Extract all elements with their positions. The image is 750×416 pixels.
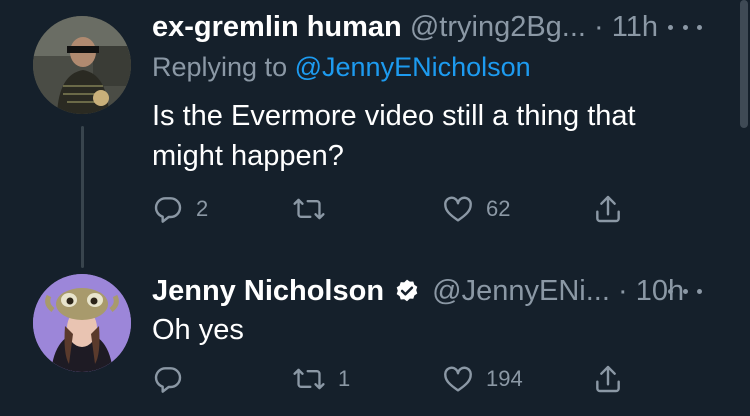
tweet-actions: 2 62 — [152, 189, 632, 229]
retweet-icon — [293, 198, 325, 220]
reply-icon — [154, 367, 182, 393]
like-button[interactable]: 194 — [442, 359, 523, 399]
timestamp[interactable]: 11h — [612, 11, 658, 43]
retweet-count: 1 — [338, 366, 351, 391]
share-icon — [596, 365, 620, 393]
tweet-1[interactable]: ex-gremlin human @trying2Bg... · 11h Rep… — [0, 0, 740, 270]
avatar[interactable] — [33, 16, 131, 114]
scrollbar[interactable] — [740, 0, 748, 128]
replying-to: Replying to @JennyENicholson — [152, 52, 531, 83]
tweet-text-line: might happen? — [152, 140, 344, 172]
reply-button[interactable] — [152, 359, 196, 399]
replying-prefix: Replying to — [152, 52, 288, 82]
tweet-text: Oh yes — [152, 310, 712, 350]
user-handle[interactable]: @JennyENi... — [432, 275, 610, 307]
heart-icon — [444, 366, 472, 392]
like-count: 62 — [486, 196, 511, 221]
share-button[interactable] — [592, 189, 624, 229]
mention-link[interactable]: @JennyENicholson — [295, 52, 531, 82]
tweet-text: Is the Evermore video still a thing that… — [152, 96, 712, 176]
tweet-header: ex-gremlin human @trying2Bg... · 11h — [152, 10, 658, 44]
thread-line — [81, 126, 84, 268]
reply-count: 2 — [196, 196, 209, 221]
user-handle[interactable]: @trying2Bg... — [410, 11, 586, 43]
display-name[interactable]: ex-gremlin human — [152, 11, 402, 43]
reply-icon — [154, 197, 182, 223]
verified-badge-icon — [396, 279, 418, 302]
like-button[interactable]: 62 — [442, 189, 510, 229]
share-icon — [596, 195, 620, 223]
retweet-icon — [293, 368, 325, 390]
avatar-photo — [33, 274, 131, 372]
tweet-actions: 1 194 — [152, 359, 632, 399]
tweet-2[interactable]: Jenny Nicholson @JennyENi... · 10h Oh ye… — [0, 270, 740, 416]
tweet-text-line: Is the Evermore video still a thing that — [152, 100, 636, 132]
separator-dot: · — [617, 275, 628, 307]
heart-icon — [444, 196, 472, 222]
share-button[interactable] — [592, 359, 624, 399]
display-name[interactable]: Jenny Nicholson — [152, 275, 384, 307]
reply-button[interactable]: 2 — [152, 189, 208, 229]
avatar[interactable] — [33, 274, 131, 372]
more-icon[interactable] — [668, 22, 702, 32]
like-count: 194 — [486, 366, 523, 391]
retweet-button[interactable]: 1 — [292, 359, 350, 399]
more-icon[interactable] — [668, 286, 702, 296]
avatar-photo — [33, 16, 131, 114]
tweet-header: Jenny Nicholson @JennyENi... · 10h — [152, 274, 684, 308]
separator-dot: · — [594, 11, 604, 43]
tweet-text-line: Oh yes — [152, 314, 244, 346]
retweet-button[interactable] — [292, 189, 338, 229]
